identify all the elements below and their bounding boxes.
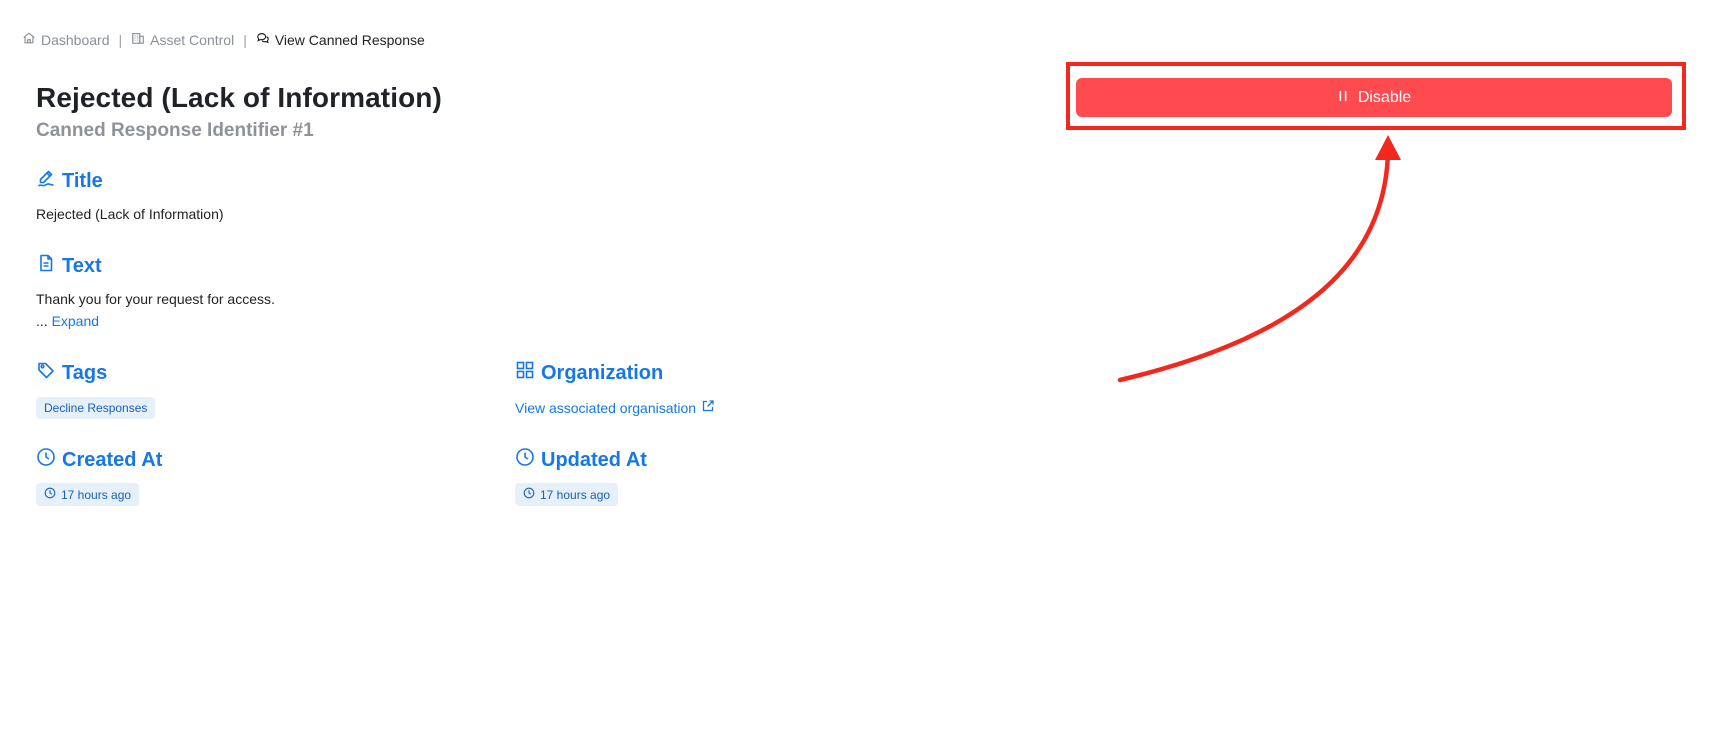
section-heading-label: Created At — [62, 448, 163, 471]
expand-link[interactable]: Expand — [52, 313, 99, 329]
page-title: Rejected (Lack of Information) — [36, 82, 442, 113]
breadcrumb: Dashboard | Asset Control | View Canned … — [22, 31, 425, 48]
breadcrumb-label: View Canned Response — [274, 31, 425, 48]
text-expand-row: ... Expand — [36, 313, 99, 329]
section-heading-title: Title — [36, 168, 103, 194]
disable-button-label: Disable — [1357, 88, 1412, 106]
title-value: Rejected (Lack of Information) — [36, 206, 224, 222]
view-organisation-link[interactable]: View associated organisation — [515, 399, 715, 416]
created-at-value: 17 hours ago — [61, 487, 132, 502]
page: Dashboard | Asset Control | View Canned … — [0, 0, 1714, 742]
updated-at-badge: 17 hours ago — [515, 483, 619, 506]
external-link-icon — [701, 399, 715, 416]
breadcrumb-separator: | — [118, 31, 123, 48]
tag-icon — [36, 360, 56, 386]
text-value: Thank you for your request for access. — [36, 291, 275, 307]
breadcrumb-item-asset-control[interactable]: Asset Control — [131, 31, 234, 48]
document-icon — [36, 253, 56, 279]
clock-icon — [515, 447, 535, 473]
clock-icon — [44, 487, 56, 502]
breadcrumb-label: Asset Control — [150, 31, 235, 48]
breadcrumb-label: Dashboard — [41, 31, 110, 48]
page-subtitle: Canned Response Identifier #1 — [36, 120, 314, 141]
breadcrumb-separator: | — [243, 31, 247, 48]
clock-icon — [523, 487, 535, 502]
section-heading-label: Tags — [62, 361, 108, 384]
clock-icon — [36, 447, 56, 473]
created-at-badge: 17 hours ago — [36, 483, 140, 506]
chat-bubbles-icon — [256, 31, 270, 48]
breadcrumb-item-current: View Canned Response — [256, 31, 425, 48]
section-heading-label: Organization — [541, 361, 664, 384]
section-heading-label: Title — [62, 169, 103, 192]
section-heading-created-at: Created At — [36, 447, 162, 473]
section-heading-label: Updated At — [541, 448, 647, 471]
section-heading-label: Text — [62, 254, 102, 277]
view-organisation-label: View associated organisation — [515, 399, 697, 416]
disable-button[interactable]: Disable — [1076, 78, 1672, 117]
updated-at-value: 17 hours ago — [540, 487, 611, 502]
building-icon — [131, 31, 145, 48]
breadcrumb-item-dashboard[interactable]: Dashboard — [22, 31, 110, 48]
pause-icon — [1337, 89, 1349, 107]
grid-icon — [515, 360, 535, 386]
section-heading-text: Text — [36, 253, 102, 279]
section-heading-updated-at: Updated At — [515, 447, 647, 473]
section-heading-organization: Organization — [515, 360, 663, 386]
section-heading-tags: Tags — [36, 360, 107, 386]
signature-pen-icon — [36, 168, 56, 194]
ellipsis: ... — [36, 313, 48, 329]
tag-badge[interactable]: Decline Responses — [36, 397, 156, 419]
home-icon — [22, 31, 36, 48]
